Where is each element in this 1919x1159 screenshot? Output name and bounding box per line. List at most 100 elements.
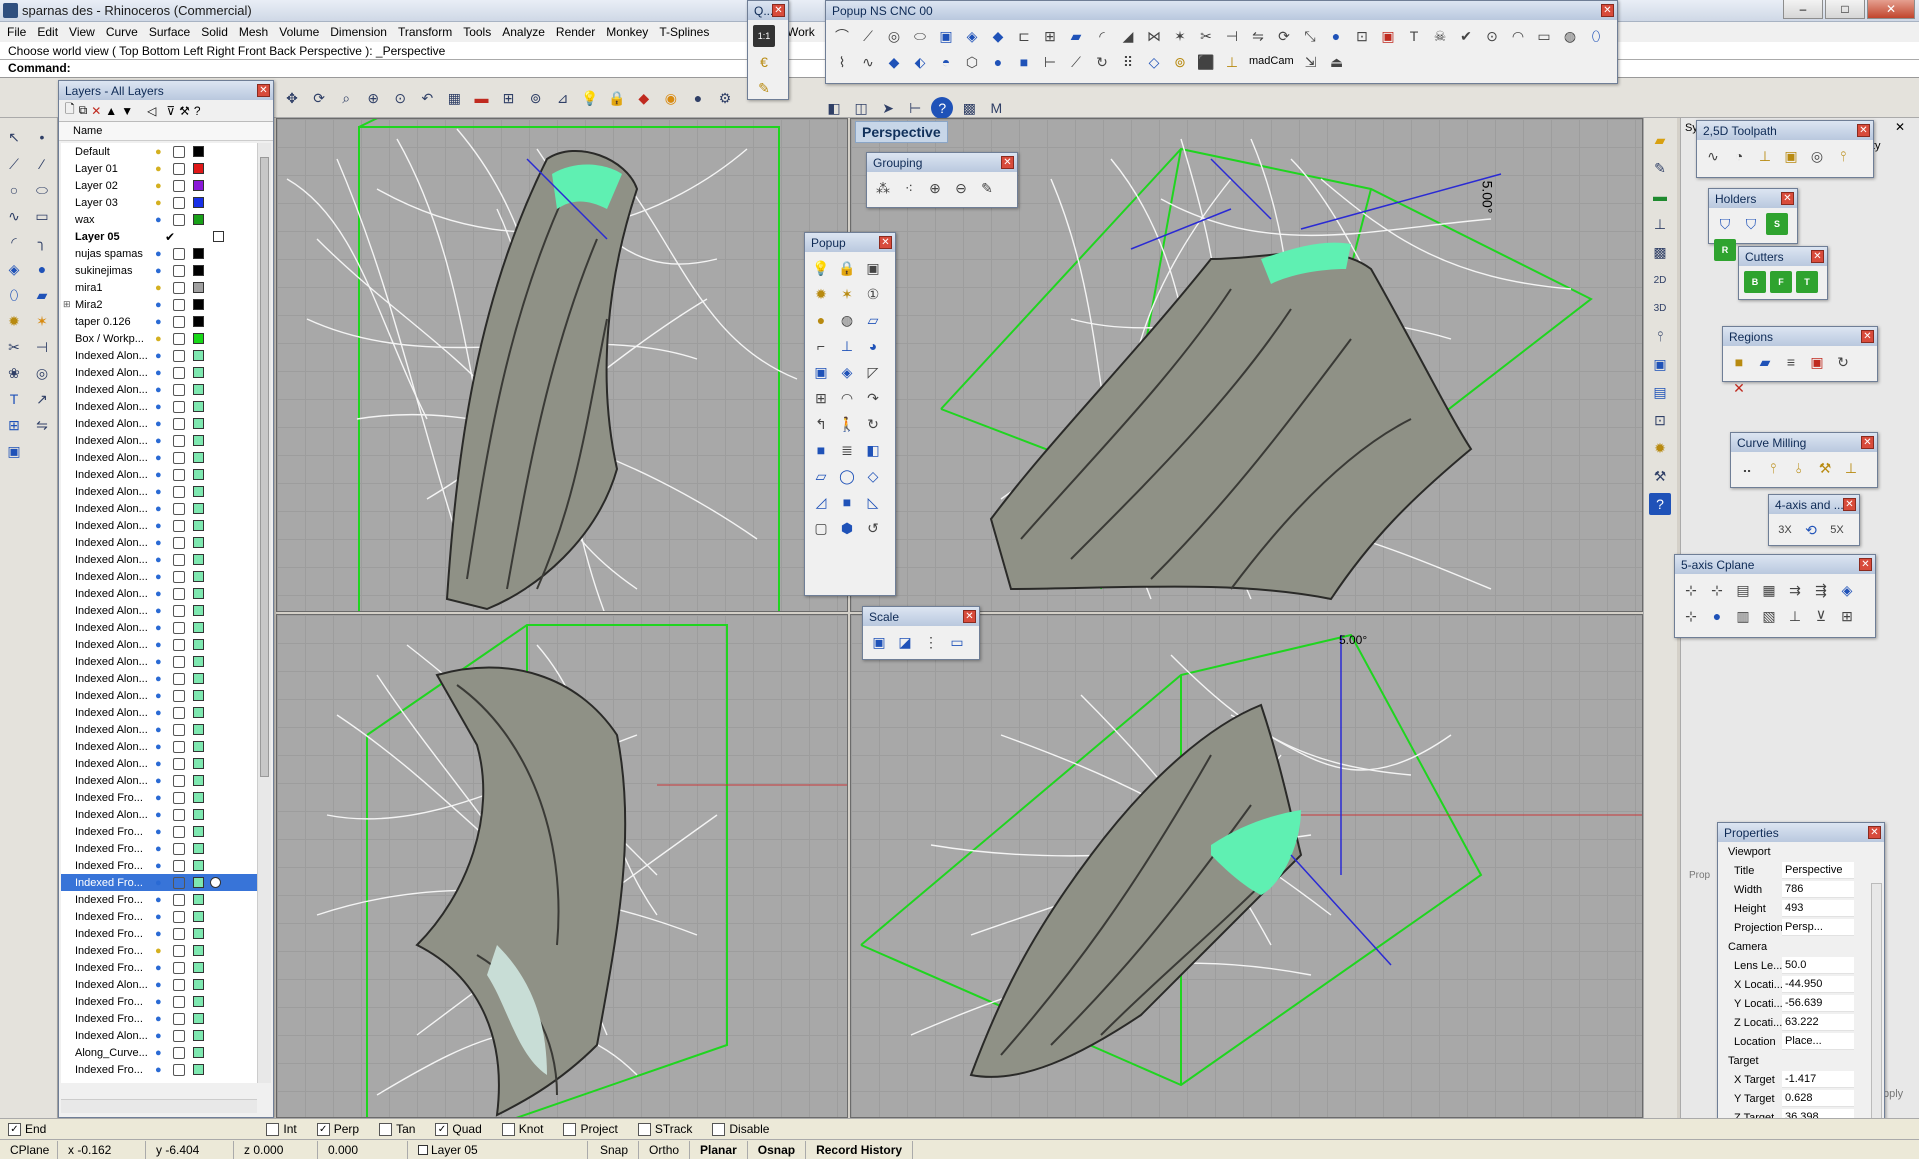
scale-2d-icon[interactable]: ◪	[894, 631, 916, 653]
layer-row[interactable]: ⊞ Mira2 ●	[61, 296, 257, 313]
holder-b-icon[interactable]: ⛉	[1740, 213, 1762, 235]
box-corner-icon[interactable]: ▣	[810, 361, 832, 383]
layer-row[interactable]: Indexed Alon... ●	[61, 687, 257, 704]
add-to-group-icon[interactable]: ⊕	[924, 177, 946, 199]
layer-color-swatch[interactable]	[193, 299, 204, 310]
unlock-icon[interactable]	[173, 689, 185, 702]
layer-color-swatch[interactable]	[193, 452, 204, 463]
light-bulb-icon[interactable]: ●	[155, 622, 167, 634]
tools-icon[interactable]: ⚒	[179, 104, 190, 118]
region-stack-icon[interactable]: ≡	[1780, 351, 1802, 373]
layer-color-swatch[interactable]	[193, 520, 204, 531]
drill-icon[interactable]: ⊥	[1649, 213, 1671, 235]
layer-color-swatch[interactable]	[193, 690, 204, 701]
options-icon[interactable]: ⚙	[714, 88, 736, 110]
light-bulb-icon[interactable]: ●	[155, 146, 167, 158]
split-icon[interactable]: ⊣	[31, 336, 53, 358]
layer-row[interactable]: Indexed Fro... ●	[61, 959, 257, 976]
layer-color-swatch[interactable]	[193, 724, 204, 735]
layer-row[interactable]: Indexed Alon... ●	[61, 415, 257, 432]
holder-a-icon[interactable]: ⛉	[1714, 213, 1736, 235]
unlock-icon[interactable]	[173, 1063, 185, 1076]
cylinder-icon[interactable]: ⬯	[3, 284, 25, 306]
trim-icon[interactable]: ✂	[3, 336, 25, 358]
cplane-d-icon[interactable]: ▦	[1758, 579, 1780, 601]
arc-blend-icon[interactable]: ◠	[836, 387, 858, 409]
dim-tool-icon[interactable]: ⊢	[1039, 51, 1061, 73]
render-box-icon[interactable]: ▣	[1377, 25, 1399, 47]
menu-view[interactable]: View	[66, 25, 103, 39]
unlock-icon[interactable]	[173, 859, 185, 872]
curve-icon[interactable]: ∿	[3, 206, 25, 228]
menu-analyze[interactable]: Analyze	[499, 25, 553, 39]
layer-color-swatch[interactable]	[193, 860, 204, 871]
export-tool-icon[interactable]: ⇲	[1300, 51, 1322, 73]
group-objects-icon[interactable]: ⁂	[872, 177, 894, 199]
boolean-icon[interactable]: ◎	[31, 362, 53, 384]
property-value[interactable]: Persp...	[1782, 919, 1854, 936]
layer-color-swatch[interactable]	[193, 350, 204, 361]
pipe-tool-icon[interactable]: ◓	[935, 51, 957, 73]
osnap-perp[interactable]: ✓ Perp	[316, 1122, 359, 1136]
macro-icon[interactable]: M	[985, 97, 1007, 119]
menu-curve[interactable]: Curve	[103, 25, 146, 39]
osnap-quad[interactable]: ✓ Quad	[435, 1122, 482, 1136]
new-sublayer-icon[interactable]: ⧉	[79, 103, 88, 118]
layer-color-swatch[interactable]	[193, 843, 204, 854]
rotate-view-icon[interactable]: ⟳	[308, 88, 330, 110]
sphere-icon[interactable]: ●	[31, 258, 53, 280]
unlock-icon[interactable]	[173, 961, 185, 974]
question-icon[interactable]: ?	[1649, 493, 1671, 515]
layer-color-swatch[interactable]	[193, 1030, 204, 1041]
layer-row[interactable]: Indexed Fro... ●	[61, 789, 257, 806]
ungroup-icon[interactable]: ⁖	[898, 177, 920, 199]
point-icon[interactable]: •	[31, 126, 53, 148]
menu-t-splines[interactable]: T-Splines	[656, 25, 717, 39]
polyline-icon[interactable]: ⟋	[3, 153, 25, 175]
light-bulb-icon[interactable]: ●	[155, 928, 167, 940]
join-tool-icon[interactable]: ⋈	[1143, 25, 1165, 47]
unlock-icon[interactable]	[173, 434, 185, 447]
hook-icon[interactable]: ↰	[810, 413, 832, 435]
curve-end-icon[interactable]: ↷	[862, 387, 884, 409]
madcam-label[interactable]: madCam	[1245, 49, 1298, 75]
unlock-icon[interactable]	[173, 706, 185, 719]
axis-3-icon[interactable]: 3X	[1774, 519, 1796, 541]
property-value[interactable]: Perspective	[1782, 862, 1854, 879]
layer-color-swatch[interactable]	[193, 214, 204, 225]
menu-transform[interactable]: Transform	[395, 25, 460, 39]
array-tool-icon[interactable]: ⊞	[1039, 25, 1061, 47]
move-down-icon[interactable]: ▼	[121, 104, 133, 118]
axis-5-icon[interactable]: 5X	[1826, 519, 1848, 541]
unlock-icon[interactable]	[173, 502, 185, 515]
light-bulb-icon[interactable]: ●	[155, 316, 167, 328]
transparency-icon[interactable]: ◧	[823, 98, 845, 120]
cplane-e-icon[interactable]: ⇉	[1784, 579, 1806, 601]
layer-tool-icon[interactable]: ▬	[1649, 185, 1671, 207]
unlock-icon[interactable]	[173, 536, 185, 549]
region-box-icon[interactable]: ■	[1728, 351, 1750, 373]
properties-close-icon[interactable]: ✕	[1868, 826, 1881, 839]
unlock-icon[interactable]	[173, 723, 185, 736]
status-osnap[interactable]: Osnap	[748, 1140, 807, 1159]
layer-color-swatch[interactable]	[193, 775, 204, 786]
menu-monkey[interactable]: Monkey	[603, 25, 656, 39]
unlock-icon[interactable]	[173, 672, 185, 685]
material-swatch[interactable]	[210, 877, 221, 888]
layer-color-swatch[interactable]	[193, 197, 204, 208]
scale-3d-icon[interactable]: ▣	[868, 631, 890, 653]
new-layer-icon[interactable]: 🗋	[65, 100, 75, 121]
unlock-icon[interactable]	[173, 281, 185, 294]
unlock-icon[interactable]	[173, 876, 185, 889]
light-bulb-icon[interactable]: ●	[155, 1013, 167, 1025]
layer-row[interactable]: Default ●	[61, 143, 257, 160]
unlock-icon[interactable]	[173, 519, 185, 532]
delete-layer-icon[interactable]: ✕	[91, 104, 101, 118]
light-bulb-icon[interactable]: ●	[155, 163, 167, 175]
layer-color-swatch[interactable]	[193, 282, 204, 293]
dimension-icon[interactable]: ⊢	[904, 98, 926, 120]
light-bulb-icon[interactable]: ●	[155, 282, 167, 294]
layer-color-swatch[interactable]	[193, 571, 204, 582]
torus-tool-icon[interactable]: ◍	[1559, 25, 1581, 47]
mesh-grid-icon[interactable]: ▩	[1649, 241, 1671, 263]
